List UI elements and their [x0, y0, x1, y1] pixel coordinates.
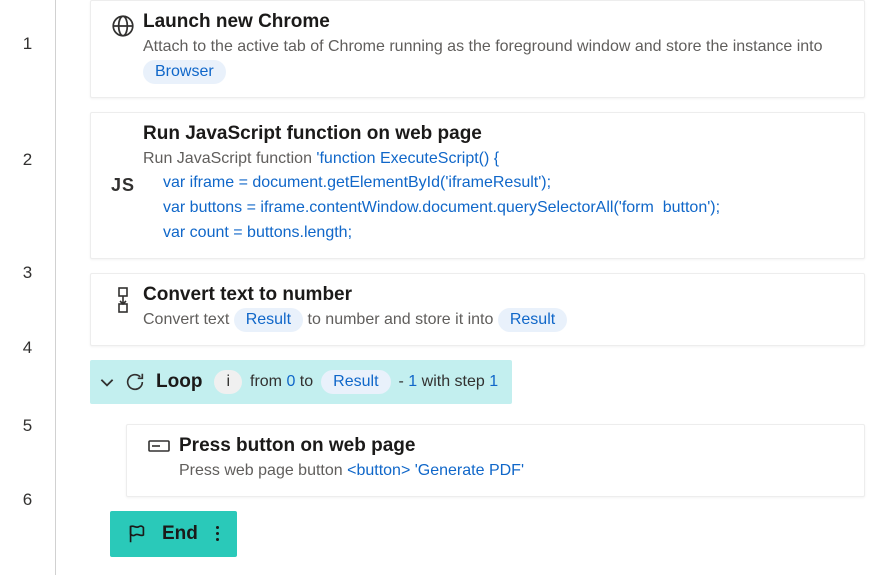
step-description: Run JavaScript function 'function Execut… — [143, 147, 852, 246]
step-description: Press web page button <button> 'Generate… — [179, 459, 852, 484]
step-title: Launch new Chrome — [143, 11, 852, 33]
step-description: Attach to the active tab of Chrome runni… — [143, 35, 852, 85]
action-end[interactable]: End — [110, 511, 237, 557]
convert-icon — [103, 284, 143, 314]
action-loop[interactable]: Loop i from 0 to Result - 1 with step 1 — [90, 360, 512, 404]
js-icon: JS — [103, 173, 143, 196]
action-launch-chrome[interactable]: Launch new Chrome Attach to the active t… — [90, 0, 865, 98]
flag-icon — [126, 523, 148, 545]
line-number-gutter: 1 2 3 4 5 6 — [0, 0, 56, 575]
step-title: Loop — [156, 371, 202, 393]
loop-icon — [124, 371, 146, 393]
action-press-button[interactable]: Press button on web page Press web page … — [126, 424, 865, 497]
flow-canvas: Launch new Chrome Attach to the active t… — [56, 0, 875, 575]
action-convert-text-to-number[interactable]: Convert text to number Convert text Resu… — [90, 273, 865, 346]
step-title: Press button on web page — [179, 435, 852, 457]
variable-pill-browser[interactable]: Browser — [143, 60, 226, 84]
step-title: Run JavaScript function on web page — [143, 123, 852, 145]
variable-pill-result[interactable]: Result — [234, 308, 303, 332]
line-number: 5 — [0, 382, 55, 470]
step-description: Convert text Result to number and store … — [143, 308, 852, 333]
line-number: 1 — [0, 0, 55, 88]
step-title: End — [162, 523, 198, 545]
line-number: 3 — [0, 232, 55, 314]
variable-pill-result[interactable]: Result — [498, 308, 567, 332]
button-icon — [139, 435, 179, 455]
variable-pill-index[interactable]: i — [214, 370, 242, 394]
chevron-down-icon[interactable] — [98, 373, 116, 391]
globe-icon — [103, 11, 143, 39]
line-number: 2 — [0, 88, 55, 232]
step-title: Convert text to number — [143, 284, 852, 306]
variable-pill-result[interactable]: Result — [321, 370, 390, 394]
action-run-javascript[interactable]: JS Run JavaScript function on web page R… — [90, 112, 865, 259]
line-number: 4 — [0, 314, 55, 382]
line-number: 6 — [0, 470, 55, 530]
more-menu-icon[interactable] — [212, 526, 223, 541]
